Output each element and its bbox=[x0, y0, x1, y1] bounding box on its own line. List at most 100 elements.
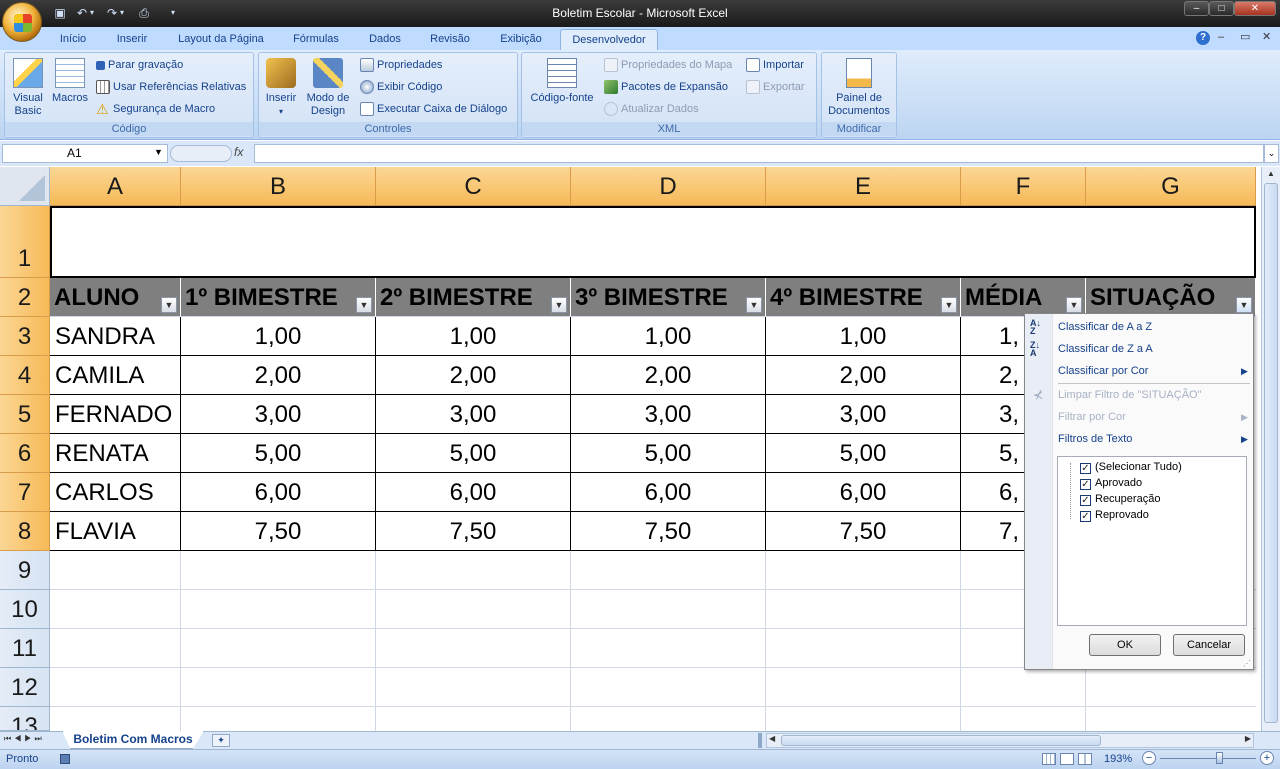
cell-nota[interactable]: 1,00 bbox=[376, 317, 571, 356]
cell-nota[interactable]: 5,00 bbox=[766, 434, 961, 473]
close-button[interactable]: ✕ bbox=[1234, 1, 1276, 16]
column-header-e[interactable]: E bbox=[766, 167, 961, 206]
tab-dados[interactable]: Dados bbox=[358, 29, 412, 50]
print-preview-icon[interactable]: ⎙ bbox=[136, 5, 152, 21]
workbook-close-icon[interactable]: ✕ bbox=[1262, 30, 1271, 43]
tab-formulas[interactable]: Fórmulas bbox=[284, 29, 348, 50]
cell-nota[interactable]: 3,00 bbox=[181, 395, 376, 434]
row-header-10[interactable]: 10 bbox=[0, 590, 50, 629]
cell-nota[interactable]: 1,00 bbox=[181, 317, 376, 356]
cell-nota[interactable]: 1,00 bbox=[766, 317, 961, 356]
scroll-up-icon[interactable]: ▲ bbox=[1264, 169, 1278, 181]
zoom-level[interactable]: 193% bbox=[1104, 753, 1132, 765]
ribbon-minimize-icon[interactable]: – bbox=[1218, 31, 1224, 43]
macro-record-icon[interactable] bbox=[60, 754, 70, 764]
column-header-f[interactable]: F bbox=[961, 167, 1086, 206]
menu-clear-filter[interactable]: Limpar Filtro de "SITUAÇÃO" bbox=[1058, 385, 1202, 405]
header-cell-b1[interactable]: 1º BIMESTRE ▼ bbox=[181, 278, 376, 317]
column-header-b[interactable]: B bbox=[181, 167, 376, 206]
cell-nota[interactable]: 6,00 bbox=[571, 473, 766, 512]
header-cell-b3[interactable]: 3º BIMESTRE ▼ bbox=[571, 278, 766, 317]
cell-nota[interactable]: 7,50 bbox=[766, 512, 961, 551]
office-button[interactable] bbox=[2, 2, 42, 42]
resize-grip-icon[interactable]: ⋰ bbox=[1243, 659, 1251, 668]
zoom-in-icon[interactable]: + bbox=[1260, 751, 1274, 765]
menu-sort-a-z[interactable]: Classificar de A a Z bbox=[1058, 317, 1152, 337]
filter-item-aprovado[interactable]: ✓ Aprovado bbox=[1080, 475, 1142, 491]
menu-sort-by-color[interactable]: Classificar por Cor ▶ bbox=[1058, 361, 1248, 381]
cell-media[interactable]: 3, bbox=[961, 395, 1025, 434]
filter-dropdown-button[interactable]: ▼ bbox=[161, 297, 177, 313]
cell-nota[interactable]: 7,50 bbox=[181, 512, 376, 551]
pacotes-expansao-button[interactable]: Pacotes de Expansão bbox=[604, 78, 728, 96]
executar-dialogo-button[interactable]: Executar Caixa de Diálogo bbox=[360, 100, 507, 118]
propriedades-button[interactable]: Propriedades bbox=[360, 56, 442, 74]
row-header-13[interactable]: 13 bbox=[0, 707, 50, 731]
row-header-4[interactable]: 4 bbox=[0, 356, 50, 395]
checkbox-checked-icon[interactable]: ✓ bbox=[1080, 479, 1091, 490]
propriedades-mapa-button[interactable]: Propriedades do Mapa bbox=[604, 56, 732, 74]
exibir-codigo-button[interactable]: Exibir Código bbox=[360, 78, 442, 96]
row-header-2[interactable]: 2 bbox=[0, 278, 50, 317]
select-all-button[interactable] bbox=[0, 167, 50, 206]
customize-qat-icon[interactable]: ▾ bbox=[168, 5, 178, 21]
sheet-nav-icons[interactable]: ⏮◀▶⏭ bbox=[4, 734, 45, 744]
header-cell-aluno[interactable]: ALUNO ▼ bbox=[50, 278, 181, 317]
seguranca-macro-button[interactable]: ⚠ Segurança de Macro bbox=[96, 100, 215, 118]
cell-nota[interactable]: 2,00 bbox=[376, 356, 571, 395]
horizontal-scrollbar[interactable]: ◀ ▶ bbox=[766, 733, 1254, 748]
exportar-button[interactable]: Exportar bbox=[746, 78, 805, 96]
normal-view-icon[interactable] bbox=[1042, 753, 1056, 765]
filter-value-list[interactable]: ✓ (Selecionar Tudo) ✓ Aprovado ✓ Recuperaçã… bbox=[1057, 456, 1247, 626]
help-icon[interactable]: ? bbox=[1196, 31, 1210, 45]
cell-nota[interactable]: 3,00 bbox=[571, 395, 766, 434]
cell-aluno[interactable]: FLAVIA bbox=[50, 512, 181, 551]
cell-nota[interactable]: 6,00 bbox=[376, 473, 571, 512]
cell-nota[interactable]: 2,00 bbox=[181, 356, 376, 395]
checkbox-checked-icon[interactable]: ✓ bbox=[1080, 511, 1091, 522]
menu-text-filters[interactable]: Filtros de Texto ▶ bbox=[1058, 429, 1248, 449]
visual-basic-button[interactable]: Visual Basic bbox=[8, 58, 48, 118]
row-header-8[interactable]: 8 bbox=[0, 512, 50, 551]
atualizar-dados-button[interactable]: Atualizar Dados bbox=[604, 100, 699, 118]
filter-dropdown-button[interactable]: ▼ bbox=[551, 297, 567, 313]
cell-nota[interactable]: 2,00 bbox=[571, 356, 766, 395]
scroll-thumb[interactable] bbox=[1264, 183, 1278, 723]
cell-aluno[interactable]: FERNADO bbox=[50, 395, 181, 434]
zoom-out-icon[interactable]: − bbox=[1142, 751, 1156, 765]
cell-a1-merged[interactable] bbox=[50, 206, 1256, 278]
checkbox-checked-icon[interactable]: ✓ bbox=[1080, 463, 1091, 474]
cell-aluno[interactable]: RENATA bbox=[50, 434, 181, 473]
page-layout-view-icon[interactable] bbox=[1060, 753, 1074, 765]
row-header-9[interactable]: 9 bbox=[0, 551, 50, 590]
cell-nota[interactable]: 2,00 bbox=[766, 356, 961, 395]
ribbon-restore-icon[interactable]: ▭ bbox=[1240, 30, 1250, 43]
modo-design-button[interactable]: Modo de Design bbox=[304, 58, 352, 118]
filter-item-recuperacao[interactable]: ✓ Recuperação bbox=[1080, 491, 1160, 507]
codigo-fonte-button[interactable]: Código-fonte bbox=[524, 58, 600, 105]
zoom-slider-thumb[interactable] bbox=[1216, 752, 1223, 764]
tab-layout[interactable]: Layout da Página bbox=[168, 29, 274, 50]
vertical-scrollbar[interactable]: ▲ bbox=[1261, 167, 1280, 731]
cell-nota[interactable]: 7,50 bbox=[571, 512, 766, 551]
cell-nota[interactable]: 6,00 bbox=[766, 473, 961, 512]
scroll-left-icon[interactable]: ◀ bbox=[769, 734, 775, 743]
sheet-tab-boletim[interactable]: Boletim Com Macros bbox=[62, 731, 204, 749]
column-header-d[interactable]: D bbox=[571, 167, 766, 206]
filter-dropdown-button[interactable]: ▼ bbox=[1066, 297, 1082, 313]
row-header-6[interactable]: 6 bbox=[0, 434, 50, 473]
name-box[interactable]: A1 bbox=[2, 144, 168, 163]
importar-button[interactable]: Importar bbox=[746, 56, 804, 74]
cell-nota[interactable]: 1,00 bbox=[571, 317, 766, 356]
inserir-controle-button[interactable]: Inserir ▾ bbox=[262, 58, 300, 118]
row-header-7[interactable]: 7 bbox=[0, 473, 50, 512]
filter-item-select-all[interactable]: ✓ (Selecionar Tudo) bbox=[1080, 459, 1182, 475]
undo-dropdown-icon[interactable]: ▾ bbox=[88, 5, 96, 21]
referencias-relativas-button[interactable]: Usar Referências Relativas bbox=[96, 78, 246, 96]
cell-nota[interactable]: 5,00 bbox=[376, 434, 571, 473]
insert-sheet-icon[interactable]: ✦ bbox=[212, 734, 230, 747]
macros-button[interactable]: Macros bbox=[50, 58, 90, 105]
filter-dropdown-button[interactable]: ▼ bbox=[746, 297, 762, 313]
checkbox-checked-icon[interactable]: ✓ bbox=[1080, 495, 1091, 506]
formula-bar-resize-handle[interactable] bbox=[170, 145, 232, 162]
